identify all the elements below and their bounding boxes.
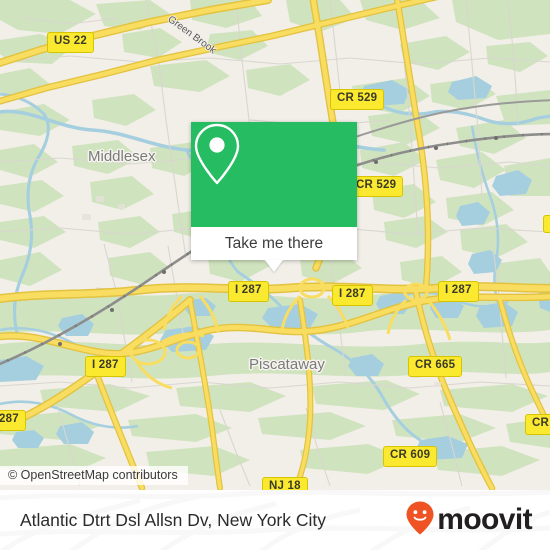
moovit-logo[interactable]: moovit (405, 500, 533, 541)
location-title: Atlantic Dtrt Dsl Allsn Dv, New York Cit… (20, 509, 327, 530)
road-shield-us-22[interactable]: US 22 (47, 32, 94, 53)
take-me-there-button[interactable]: Take me there (191, 227, 357, 260)
road-shield-edge-right-upper[interactable] (543, 215, 550, 233)
moovit-wordmark: moovit (437, 503, 532, 536)
road-shield-287-edge-left[interactable]: 287 (0, 410, 26, 431)
take-me-there-label: Take me there (224, 234, 324, 252)
map-place-label-piscataway: Piscataway (249, 356, 325, 373)
road-shield-cr-529-south[interactable]: CR 529 (349, 176, 404, 197)
card-pointer-tail (265, 260, 283, 272)
road-shield-nj-18[interactable]: NJ 18 (262, 477, 308, 490)
road-shield-cr-609[interactable]: CR 609 (383, 446, 438, 467)
footer-bar: Atlantic Dtrt Dsl Allsn Dv, New York Cit… (0, 490, 550, 550)
take-me-there-card[interactable]: Take me there (191, 122, 357, 272)
road-shield-i-287-center[interactable]: I 287 (332, 285, 373, 306)
road-shield-cr-665[interactable]: CR 665 (408, 356, 463, 377)
map-canvas[interactable]: Middlesex Piscataway Green Brook US 22 C… (0, 0, 550, 490)
road-shield-cr-5-edge-right[interactable]: CR 5 (525, 414, 550, 435)
map-screenshot: Middlesex Piscataway Green Brook US 22 C… (0, 0, 550, 550)
road-shield-i-287-west[interactable]: I 287 (228, 281, 269, 302)
road-shield-i-287-southwest[interactable]: I 287 (85, 356, 126, 377)
card-image-area (191, 122, 357, 227)
moovit-smiley-pin-icon (405, 500, 435, 541)
road-shield-cr-529-north[interactable]: CR 529 (330, 89, 385, 110)
road-shield-i-287-east[interactable]: I 287 (438, 281, 479, 302)
map-place-label-middlesex: Middlesex (88, 148, 156, 165)
map-attribution[interactable]: © OpenStreetMap contributors (0, 466, 188, 485)
